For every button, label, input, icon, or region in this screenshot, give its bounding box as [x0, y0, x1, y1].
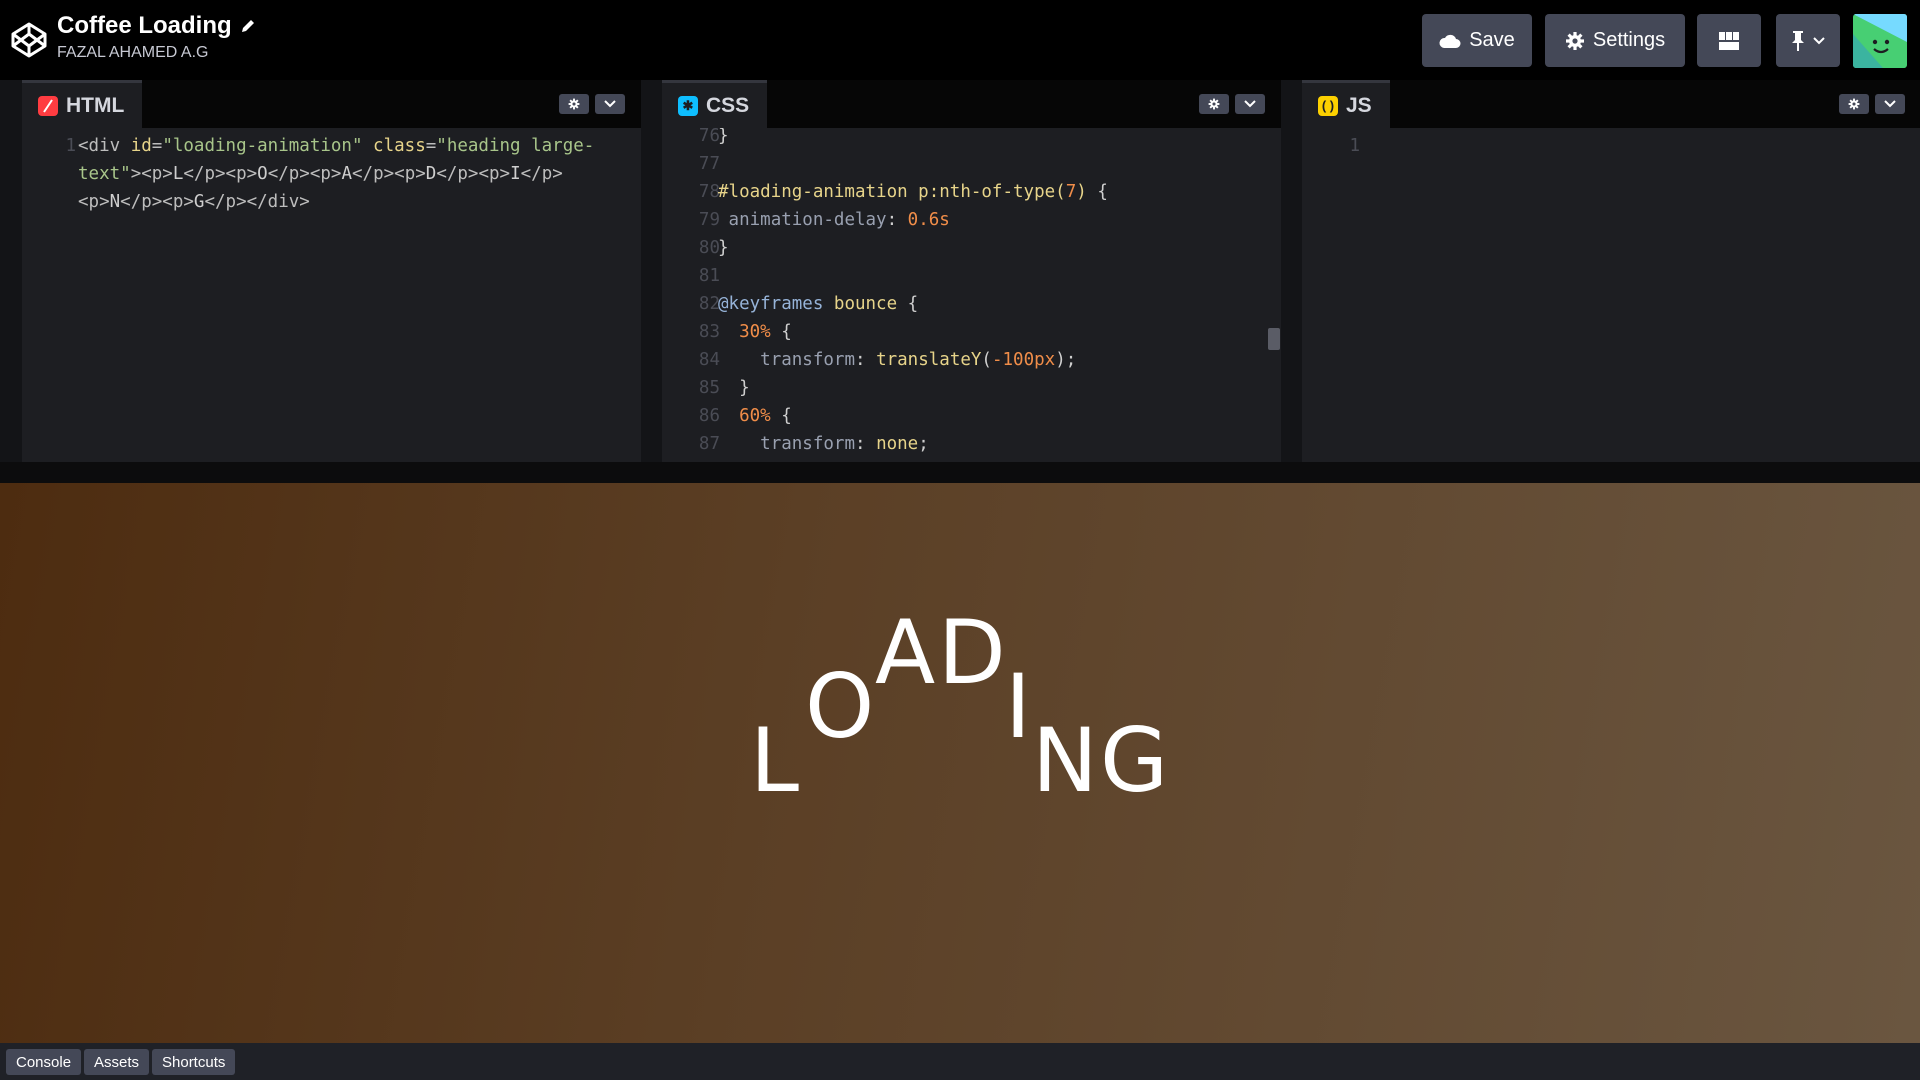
- settings-label: Settings: [1592, 29, 1666, 51]
- edit-pencil-icon[interactable]: [240, 18, 256, 34]
- code-line: }: [718, 128, 729, 146]
- css-collapse-button[interactable]: [1235, 94, 1265, 114]
- chevron-down-icon: [1813, 36, 1825, 44]
- css-editor-controls: [1199, 94, 1265, 114]
- line-number: 81: [698, 266, 720, 286]
- user-avatar[interactable]: [1853, 14, 1907, 68]
- pen-title-block: Coffee Loading FAZAL AHAMED A.G: [57, 12, 256, 62]
- code-line: #loading-animation p:nth-of-type(7) {: [718, 182, 1108, 202]
- loading-letter: A: [875, 601, 936, 704]
- css-icon: ✱: [678, 95, 698, 116]
- line-number: 80: [698, 238, 720, 258]
- pin-menu-button[interactable]: [1776, 14, 1840, 67]
- tab-js-label: JS: [1346, 93, 1372, 117]
- result-preview: L O A D I N G: [0, 483, 1920, 1043]
- code-line: }: [718, 238, 729, 258]
- code-line: 30% {: [739, 322, 792, 342]
- js-tabbar: ( ) JS: [1302, 80, 1920, 128]
- code-line: animation-delay: 0.6s: [728, 210, 950, 230]
- loading-letter: G: [1100, 709, 1169, 812]
- tab-js[interactable]: ( ) JS: [1302, 80, 1390, 128]
- code-line: transform: translateY(-100px);: [760, 350, 1077, 370]
- chevron-down-icon: [604, 100, 616, 108]
- code-line: @keyframes bounce {: [718, 294, 919, 314]
- code-line: <div id="loading-animation" class="headi…: [78, 136, 595, 156]
- assets-button[interactable]: Assets: [84, 1049, 150, 1075]
- js-editor-controls: [1839, 94, 1905, 114]
- editor-panes: HTML 1 <div id="loading-animation" class=…: [0, 80, 1920, 462]
- html-editor-controls: [559, 94, 625, 114]
- pen-title-text[interactable]: Coffee Loading: [57, 12, 232, 40]
- html-collapse-button[interactable]: [595, 94, 625, 114]
- loading-letter: D: [938, 601, 1006, 704]
- line-number: 83: [698, 322, 720, 342]
- line-number: 76: [698, 128, 720, 146]
- tab-html[interactable]: HTML: [22, 80, 143, 128]
- shortcuts-button[interactable]: Shortcuts: [152, 1049, 236, 1075]
- editor-resize-handle[interactable]: [1281, 80, 1302, 462]
- pin-icon: [1792, 30, 1804, 51]
- html-tabbar: HTML: [22, 80, 641, 128]
- js-icon: ( ): [1318, 95, 1338, 116]
- html-settings-button[interactable]: [559, 94, 589, 114]
- line-number: 1: [1349, 136, 1360, 156]
- save-button[interactable]: Save: [1422, 14, 1532, 67]
- gear-icon: [1208, 98, 1220, 110]
- css-editor: ✱ CSS 76} 77 78 #loading-animation p:nth-of…: [662, 80, 1281, 462]
- pen-title[interactable]: Coffee Loading: [57, 12, 256, 40]
- js-settings-button[interactable]: [1839, 94, 1869, 114]
- css-code-area[interactable]: 76} 77 78 #loading-animation p:nth-of-type(…: [662, 128, 1281, 462]
- css-settings-button[interactable]: [1199, 94, 1229, 114]
- editor-resize-handle[interactable]: [0, 80, 22, 462]
- line-number: 84: [698, 350, 720, 370]
- settings-button[interactable]: Settings: [1545, 14, 1685, 67]
- tab-html-label: HTML: [66, 93, 125, 117]
- code-line: transform: none;: [760, 434, 929, 454]
- chevron-down-icon: [1244, 100, 1256, 108]
- html-editor: HTML 1 <div id="loading-animation" class=…: [22, 80, 641, 462]
- code-line: <p>N</p><p>G</p></div>: [78, 192, 310, 212]
- gear-icon: [1848, 98, 1860, 110]
- line-number: 85: [698, 378, 720, 398]
- line-number: 1: [65, 136, 76, 156]
- layout-grid-icon: [1719, 31, 1739, 50]
- loading-letter: I: [1005, 655, 1031, 758]
- css-tabbar: ✱ CSS: [662, 80, 1281, 128]
- line-number: 78: [698, 182, 720, 202]
- js-code-area[interactable]: 1: [1302, 128, 1920, 462]
- change-view-button[interactable]: [1697, 14, 1761, 67]
- save-label: Save: [1469, 29, 1515, 51]
- pen-author[interactable]: FAZAL AHAMED A.G: [57, 44, 256, 62]
- code-line: 60% {: [739, 406, 792, 426]
- footer-bar: Console Assets Shortcuts: [0, 1043, 1920, 1080]
- editor-resize-handle[interactable]: [641, 80, 662, 462]
- line-number: 79: [698, 210, 720, 230]
- console-button[interactable]: Console: [6, 1049, 82, 1075]
- tab-css-label: CSS: [706, 93, 750, 117]
- gear-icon: [568, 98, 580, 110]
- line-number: 87: [698, 434, 720, 454]
- tab-css[interactable]: ✱ CSS: [662, 80, 768, 128]
- js-collapse-button[interactable]: [1875, 94, 1905, 114]
- chevron-down-icon: [1884, 100, 1896, 108]
- cloud-icon: [1439, 34, 1461, 48]
- codepen-logo-icon[interactable]: [9, 20, 49, 60]
- loading-letter: O: [805, 655, 875, 758]
- loading-letter: N: [1032, 709, 1098, 812]
- line-number: 82: [698, 294, 720, 314]
- header-bar: Coffee Loading FAZAL AHAMED A.G Save Set…: [0, 0, 1920, 80]
- js-editor: ( ) JS 1: [1302, 80, 1920, 462]
- preview-resize-handle[interactable]: [0, 462, 1920, 483]
- line-number: 86: [698, 406, 720, 426]
- line-number: 77: [698, 154, 720, 174]
- loading-letter: L: [750, 709, 800, 812]
- html-code-area[interactable]: 1 <div id="loading-animation" class="head…: [22, 128, 641, 462]
- code-line: }: [718, 378, 750, 398]
- code-line: text"><p>L</p><p>O</p><p>A</p><p>D</p><p…: [78, 164, 563, 184]
- html-icon: [38, 95, 58, 116]
- css-scrollbar-thumb[interactable]: [1268, 328, 1280, 350]
- gear-icon: [1565, 31, 1584, 50]
